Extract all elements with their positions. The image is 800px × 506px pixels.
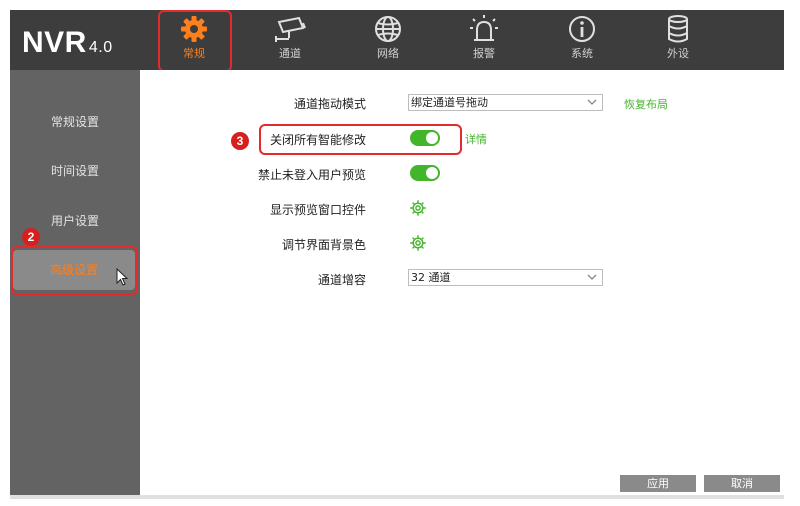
- tab-system-label: 系统: [571, 47, 593, 60]
- tab-system[interactable]: 系统: [544, 10, 620, 70]
- chevron-down-icon: [587, 99, 597, 105]
- channel-add-label: 通道增容: [317, 273, 366, 287]
- details-link[interactable]: 详情: [465, 131, 487, 147]
- tab-alarm-label: 报警: [473, 47, 495, 60]
- step-marker-3: 3: [231, 132, 249, 150]
- tab-network[interactable]: 网络: [350, 10, 426, 70]
- info-icon: [569, 16, 595, 42]
- cancel-button[interactable]: 取消: [704, 475, 780, 492]
- highlight-tab-general: [158, 10, 232, 72]
- logo-brand: NVR: [22, 26, 87, 59]
- nvr-logo: NVR 4.0: [22, 26, 113, 60]
- chevron-down-icon: [587, 274, 597, 280]
- tab-channel-label: 通道: [279, 47, 301, 60]
- sidebar-item-general-settings[interactable]: 常规设置: [10, 102, 140, 142]
- channel-add-select[interactable]: 32 通道: [408, 269, 603, 286]
- bg-color-label: 调节界面背景色: [281, 238, 366, 252]
- tab-alarm[interactable]: 报警: [446, 10, 522, 70]
- logo-version: 4.0: [88, 39, 113, 56]
- drag-mode-label: 通道拖动模式: [293, 97, 366, 111]
- restore-layout-link[interactable]: 恢复布局: [624, 96, 668, 112]
- highlight-disable-smart-edit: [259, 124, 462, 155]
- apply-button[interactable]: 应用: [620, 475, 696, 492]
- drag-mode-value: 绑定通道号拖动: [411, 96, 488, 109]
- tab-channel[interactable]: 通道: [252, 10, 328, 70]
- toggle-knob: [426, 167, 438, 179]
- preview-controls-label: 显示预览窗口控件: [269, 203, 366, 217]
- sidebar-item-time-settings[interactable]: 时间设置: [10, 151, 140, 191]
- database-icon: [668, 15, 688, 43]
- camera-icon: [275, 16, 306, 42]
- globe-icon: [375, 16, 401, 42]
- forbid-preview-toggle[interactable]: [410, 165, 440, 181]
- tab-peripheral[interactable]: 外设: [640, 10, 716, 70]
- bottom-strip: [10, 495, 784, 499]
- tab-network-label: 网络: [377, 47, 399, 60]
- channel-add-value: 32 通道: [411, 271, 451, 284]
- drag-mode-select[interactable]: 绑定通道号拖动: [408, 94, 603, 111]
- bg-color-gear-icon[interactable]: [409, 234, 427, 252]
- tab-peripheral-label: 外设: [667, 47, 689, 60]
- mouse-cursor-icon: [116, 268, 128, 286]
- preview-controls-gear-icon[interactable]: [409, 199, 427, 217]
- alarm-icon: [470, 15, 498, 41]
- forbid-preview-label: 禁止未登入用户预览: [257, 168, 366, 182]
- step-marker-2: 2: [22, 228, 40, 246]
